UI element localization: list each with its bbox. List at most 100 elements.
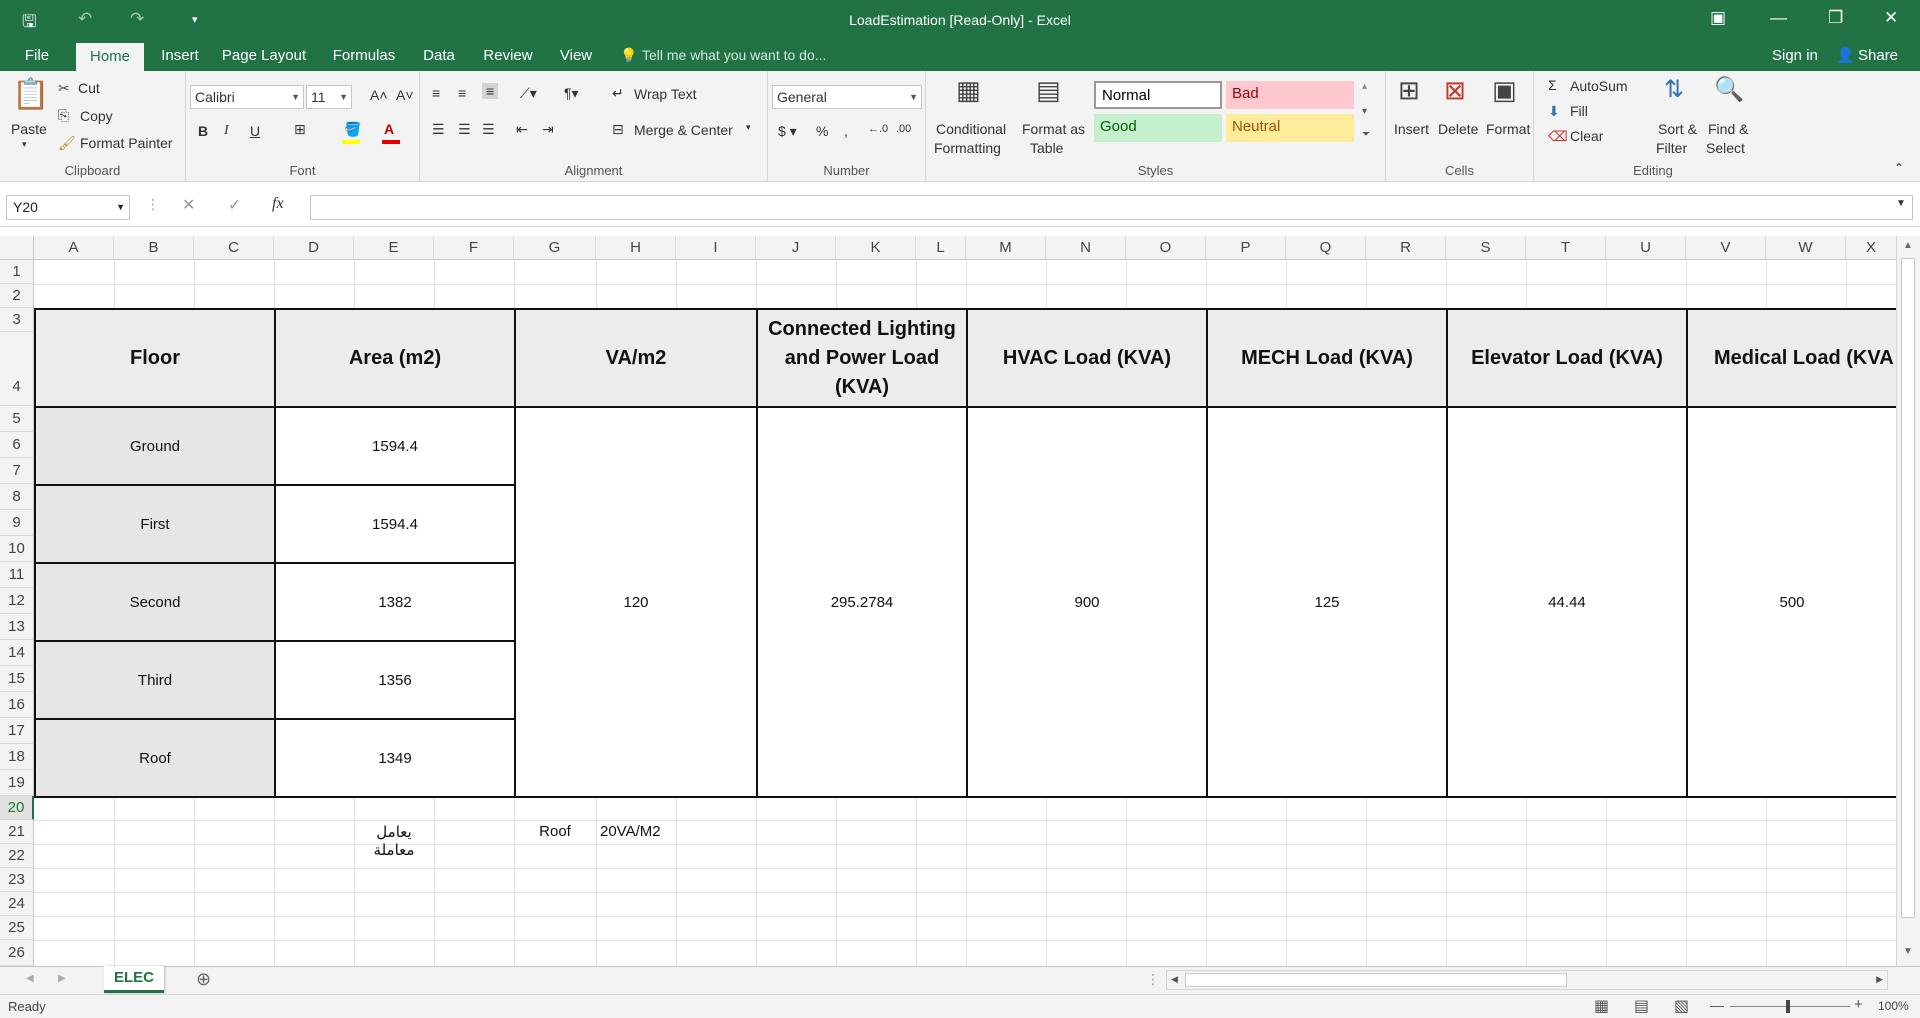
copy-icon[interactable]: ⎘ <box>58 107 69 124</box>
row-header[interactable]: 20 <box>0 796 34 820</box>
elevator-cell[interactable]: 44.44 <box>1446 406 1688 798</box>
merge-chevron-down-icon[interactable]: ▾ <box>746 122 751 133</box>
decrease-font-size-icon[interactable]: A˅ <box>396 87 414 103</box>
font-name-select[interactable]: Calibri ▼ <box>190 85 304 109</box>
row-header[interactable]: 5 <box>0 406 34 432</box>
factor-note[interactable]: يعامل معاملة <box>354 823 434 859</box>
column-header[interactable]: S <box>1446 236 1526 260</box>
autosum-button[interactable]: AutoSum <box>1570 78 1628 94</box>
ribbon-display-options-icon[interactable]: ▣ <box>1710 8 1726 28</box>
header-va-m2[interactable]: VA/m2 <box>514 308 758 408</box>
minimize-icon[interactable]: — <box>1770 8 1787 28</box>
header-area[interactable]: Area (m2) <box>274 308 516 408</box>
formula-bar-options-icon[interactable]: ⋮ <box>146 196 160 213</box>
next-sheet-icon[interactable]: ▶ <box>58 973 66 984</box>
connected-load-cell[interactable]: 295.2784 <box>756 406 968 798</box>
row-header[interactable]: 24 <box>0 892 34 916</box>
italic-button[interactable]: I <box>224 123 229 139</box>
vertical-scroll-thumb[interactable] <box>1901 258 1915 918</box>
header-mech[interactable]: MECH Load (KVA) <box>1206 308 1448 408</box>
row-header[interactable]: 6 <box>0 432 34 458</box>
scroll-up-icon[interactable]: ▲ <box>1903 240 1913 251</box>
delete-cells-icon[interactable]: ⊠ <box>1444 75 1466 106</box>
zoom-level[interactable]: 100% <box>1878 999 1909 1013</box>
fill-color-icon[interactable]: 🪣 <box>344 121 361 138</box>
align-center-icon[interactable]: ☰ <box>458 121 471 138</box>
zoom-out-icon[interactable]: — <box>1710 997 1724 1013</box>
column-header[interactable]: I <box>676 236 756 260</box>
increase-decimal-icon[interactable]: ←.0 <box>868 123 888 135</box>
medical-cell[interactable]: 500 <box>1686 406 1896 798</box>
column-header[interactable]: E <box>354 236 434 260</box>
wrap-text-button[interactable]: Wrap Text <box>634 86 697 102</box>
currency-icon[interactable]: $ ▾ <box>778 123 797 140</box>
header-floor[interactable]: Floor <box>34 308 276 408</box>
tab-formulas[interactable]: Formulas <box>324 40 404 71</box>
column-header[interactable]: P <box>1206 236 1286 260</box>
autosum-icon[interactable]: Σ <box>1548 77 1557 93</box>
roof-note[interactable]: Roof <box>514 823 596 840</box>
underline-button[interactable]: U <box>250 123 260 139</box>
name-box[interactable]: Y20 ▼ <box>6 195 130 220</box>
sheet-tab-elec[interactable]: ELEC <box>104 966 164 993</box>
conditional-formatting-line2[interactable]: Formatting <box>934 140 1001 156</box>
sort-filter-icon[interactable]: ⇅ <box>1664 75 1684 104</box>
floor-cell[interactable]: Second <box>34 562 276 642</box>
column-header[interactable]: L <box>916 236 966 260</box>
fill-icon[interactable]: ⬇ <box>1548 103 1560 120</box>
merge-center-button[interactable]: Merge & Center <box>634 122 733 138</box>
insert-cells-icon[interactable]: ⊞ <box>1398 75 1420 106</box>
column-header[interactable]: T <box>1526 236 1606 260</box>
header-elevator[interactable]: Elevator Load (KVA) <box>1446 308 1688 408</box>
restore-icon[interactable]: ❐ <box>1828 8 1843 28</box>
row-header[interactable]: 25 <box>0 916 34 940</box>
tell-me-box[interactable]: Tell me what you want to do... <box>642 40 826 71</box>
format-cells-icon[interactable]: ▣ <box>1492 75 1517 106</box>
enter-icon[interactable]: ✓ <box>228 195 241 215</box>
find-select-line2[interactable]: Select <box>1706 140 1745 156</box>
format-as-table-line1[interactable]: Format as <box>1022 121 1085 137</box>
format-as-table-line2[interactable]: Table <box>1030 140 1063 156</box>
insert-function-icon[interactable]: fx <box>272 195 284 213</box>
clear-icon[interactable]: ⌫ <box>1548 128 1568 145</box>
decrease-indent-icon[interactable]: ⇤ <box>516 121 528 138</box>
scroll-right-icon[interactable]: ▶ <box>1876 974 1883 985</box>
number-format-select[interactable]: General ▼ <box>772 85 922 109</box>
fill-button[interactable]: Fill <box>1570 103 1588 119</box>
row-header[interactable]: 10 <box>0 536 34 562</box>
column-header[interactable]: X <box>1846 236 1896 260</box>
lightbulb-icon[interactable]: 💡 <box>620 40 637 71</box>
tab-review[interactable]: Review <box>476 40 540 71</box>
tab-data[interactable]: Data <box>414 40 464 71</box>
column-header[interactable]: N <box>1046 236 1126 260</box>
orientation-icon[interactable]: ⟋▾ <box>520 85 537 102</box>
floor-cell[interactable]: First <box>34 484 276 564</box>
column-header[interactable]: F <box>434 236 514 260</box>
style-bad[interactable]: Bad <box>1226 81 1354 109</box>
sort-filter-line1[interactable]: Sort & <box>1658 121 1697 137</box>
select-all-corner[interactable] <box>0 236 34 260</box>
normal-view-icon[interactable]: ▦ <box>1594 996 1609 1016</box>
row-header[interactable]: 11 <box>0 562 34 588</box>
insert-cells-button[interactable]: Insert <box>1394 121 1429 137</box>
row-header[interactable]: 17 <box>0 718 34 744</box>
tab-insert[interactable]: Insert <box>152 40 208 71</box>
column-header[interactable]: H <box>596 236 676 260</box>
person-icon[interactable]: 👤 <box>1836 40 1855 71</box>
column-header[interactable]: O <box>1126 236 1206 260</box>
sort-filter-line2[interactable]: Filter <box>1656 140 1687 156</box>
floor-cell[interactable]: Ground <box>34 406 276 486</box>
row-header[interactable]: 1 <box>0 260 34 284</box>
mech-cell[interactable]: 125 <box>1206 406 1448 798</box>
cut-icon[interactable]: ✂ <box>58 80 70 97</box>
roof-value-note[interactable]: 20VA/M2 <box>600 823 661 840</box>
format-as-table-icon[interactable]: ▤ <box>1036 75 1061 106</box>
page-break-view-icon[interactable]: ▧ <box>1674 996 1689 1016</box>
format-painter-icon[interactable]: 🖌 <box>58 135 76 152</box>
row-header[interactable]: 7 <box>0 458 34 484</box>
increase-indent-icon[interactable]: ⇥ <box>542 121 554 138</box>
vertical-scrollbar[interactable]: ▲ ▼ <box>1896 236 1920 966</box>
add-sheet-icon[interactable]: ⊕ <box>196 969 211 990</box>
delete-cells-button[interactable]: Delete <box>1438 121 1478 137</box>
align-middle-icon[interactable]: ≡ <box>458 85 466 101</box>
